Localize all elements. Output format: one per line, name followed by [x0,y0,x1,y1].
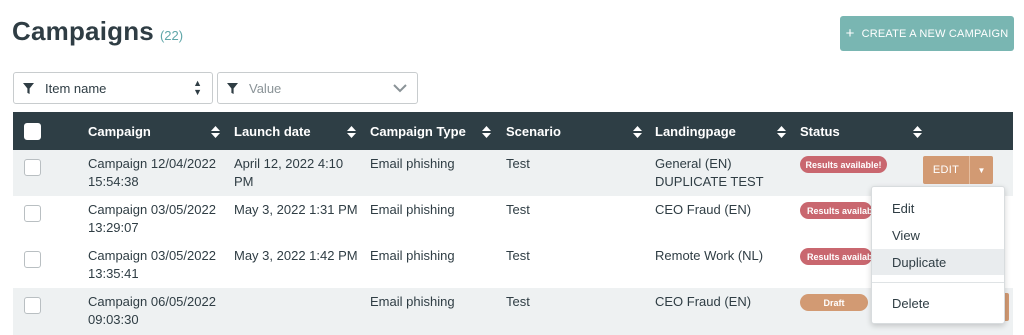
scenario: Test [506,156,530,171]
row-checkbox[interactable] [24,159,41,176]
sort-icon[interactable] [633,126,642,138]
sort-icon[interactable] [211,126,220,138]
column-header-launch-date[interactable]: Launch date [234,112,359,150]
select-all-checkbox[interactable] [24,122,41,140]
filter-value-select[interactable]: Value [217,72,418,104]
launch-date: May 3, 2022 1:31 PM [234,202,358,217]
campaign-count: (22) [159,28,184,43]
column-header-status[interactable]: Status [800,112,925,150]
create-campaign-label: CREATE A NEW CAMPAIGN [861,27,1009,40]
campaign-type: Email phishing [370,248,455,263]
row-checkbox[interactable] [24,251,41,268]
sort-icon[interactable] [777,126,786,138]
filter-item-select[interactable]: Item name ▲ ▼ [13,72,213,104]
column-header-campaign-type[interactable]: Campaign Type [370,112,495,150]
menu-item-edit[interactable]: Edit [872,195,1004,221]
table-row[interactable]: Campaign 12/04/2022 15:54:38 April 12, 20… [13,150,1013,196]
scenario: Test [506,294,530,309]
table-header: Campaign Launch date Campaign Type Scena… [13,112,1013,150]
caret-down-icon[interactable]: ▼ [970,166,993,175]
select-arrows-icon: ▲ ▼ [193,78,202,97]
filter-item-label: Item name [45,80,107,96]
sort-icon[interactable] [482,126,491,138]
sort-icon[interactable] [913,126,922,138]
menu-divider [872,282,1004,283]
row-checkbox[interactable] [24,297,41,314]
scenario: Test [506,248,530,263]
launch-date: May 3, 2022 1:42 PM [234,248,358,263]
menu-item-view[interactable]: View [872,222,1004,248]
status-badge: Results available! [800,202,872,219]
column-header-landingpage[interactable]: Landingpage [655,112,790,150]
landingpage: General (EN) DUPLICATE TEST [655,156,764,189]
edit-button[interactable]: EDIT [923,164,969,176]
launch-date: April 12, 2022 4:10 PM [234,156,344,189]
status-badge: Results available! [800,248,872,265]
page-title: Campaigns [12,16,154,46]
menu-item-duplicate[interactable]: Duplicate [872,249,1004,275]
campaigns-table: Campaign Launch date Campaign Type Scena… [13,112,1013,335]
edit-actions-button[interactable]: EDIT ▼ [923,156,993,184]
menu-item-delete[interactable]: Delete [872,290,1004,316]
row-actions-menu: Edit View Duplicate Delete [871,186,1005,324]
funnel-icon [23,82,34,94]
filter-value-placeholder: Value [249,80,282,96]
status-badge: Draft [800,294,868,311]
chevron-down-icon [393,84,407,93]
scenario: Test [506,202,530,217]
campaign-name: Campaign 03/05/2022 13:35:41 [88,248,216,281]
page-header: Campaigns (22) [12,16,183,47]
plus-icon: + [845,25,855,42]
table-row[interactable]: Campaign 03/05/2022 13:35:41 May 3, 2022 … [13,242,1013,288]
campaign-type: Email phishing [370,202,455,217]
create-campaign-button[interactable]: + CREATE A NEW CAMPAIGN [840,16,1014,51]
landingpage: CEO Fraud (EN) [655,294,752,309]
sort-icon[interactable] [347,126,356,138]
campaign-name: Campaign 06/05/2022 09:03:30 [88,294,216,327]
status-badge: Results available! [800,156,887,173]
row-checkbox[interactable] [24,205,41,222]
table-row[interactable]: Campaign 03/05/2022 13:29:07 May 3, 2022 … [13,196,1013,242]
campaign-name: Campaign 03/05/2022 13:29:07 [88,202,216,235]
campaign-type: Email phishing [370,294,455,309]
column-header-campaign[interactable]: Campaign [88,112,223,150]
landingpage: Remote Work (NL) [655,248,764,263]
campaign-name: Campaign 12/04/2022 15:54:38 [88,156,216,189]
landingpage: CEO Fraud (EN) [655,202,752,217]
funnel-icon [227,82,238,94]
campaign-type: Email phishing [370,156,455,171]
table-row[interactable]: Campaign 06/05/2022 09:03:30 Email phishi… [13,288,1013,335]
column-header-scenario[interactable]: Scenario [506,112,646,150]
